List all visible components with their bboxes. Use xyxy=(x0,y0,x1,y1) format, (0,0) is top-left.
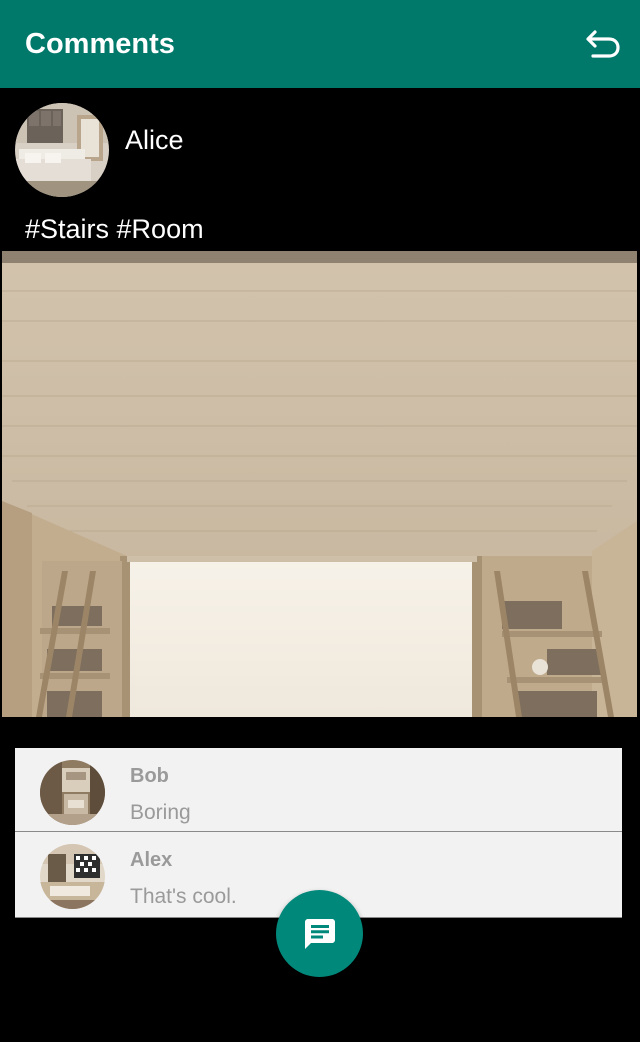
post-image[interactable] xyxy=(2,251,637,717)
author-avatar[interactable] xyxy=(15,103,109,197)
chat-message-icon xyxy=(304,918,335,949)
author-name[interactable]: Alice xyxy=(125,125,184,156)
comment-author: Bob xyxy=(130,765,169,787)
back-button[interactable] xyxy=(581,22,625,66)
post-author-row: Alice xyxy=(15,103,184,197)
page-title: Comments xyxy=(25,27,175,60)
comment-item[interactable]: Bob Boring xyxy=(15,748,622,832)
app-toolbar: Comments xyxy=(0,0,640,88)
post-tags: #Stairs #Room xyxy=(25,214,204,244)
commenter-avatar[interactable] xyxy=(40,760,105,825)
comment-text: Boring xyxy=(130,801,191,824)
add-comment-button[interactable] xyxy=(276,890,363,977)
commenter-avatar[interactable] xyxy=(40,844,105,909)
comments-screen: Comments Alice #Stairs #Room Bob Boring … xyxy=(0,0,640,1042)
comment-author: Alex xyxy=(130,849,173,871)
undo-arrow-icon xyxy=(586,30,620,58)
comment-text: That's cool. xyxy=(130,885,237,908)
